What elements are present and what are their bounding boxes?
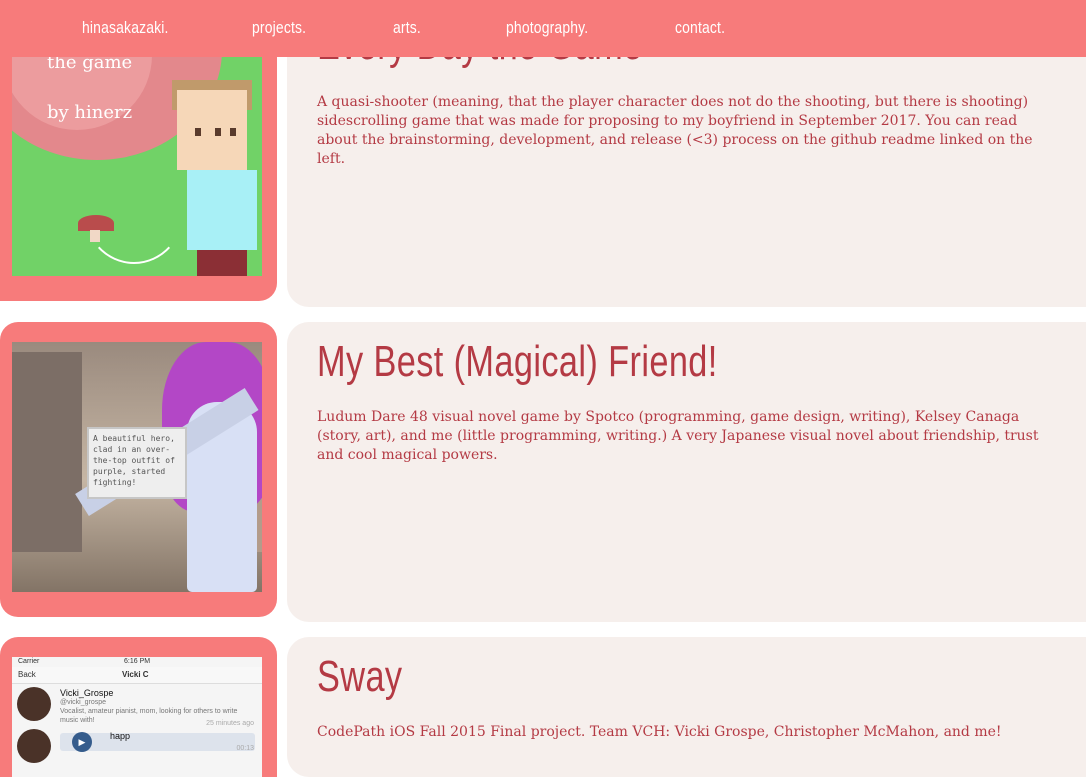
project-text-card: My Best (Magical) Friend! Ludum Dare 48 …: [287, 322, 1086, 622]
project-description: A quasi-shooter (meaning, that the playe…: [317, 94, 1033, 167]
mushroom-stem: [90, 230, 100, 242]
balloon-string: [82, 150, 186, 264]
character-head: [177, 90, 247, 170]
nav-projects-link[interactable]: projects.: [252, 18, 306, 38]
mushroom-cap: [78, 215, 114, 231]
project-thumbnail-sway[interactable]: Carrier 6:16 PM Back Vicki C Vicki_Grosp…: [12, 657, 262, 777]
character-eye: [230, 128, 236, 136]
character-eye: [215, 128, 221, 136]
project-thumb-card: A beautiful hero, clad in an over-the-to…: [0, 322, 277, 617]
project-text-card: Sway CodePath iOS Fall 2015 Final projec…: [287, 637, 1086, 777]
phone-status-bar: Carrier 6:16 PM: [18, 658, 151, 665]
character-eye: [195, 128, 201, 136]
project-thumbnail-my-best-magical-friend[interactable]: A beautiful hero, clad in an over-the-to…: [12, 342, 262, 592]
dialogue-bubble: A beautiful hero, clad in an over-the-to…: [87, 427, 187, 499]
project-description: CodePath iOS Fall 2015 Final project. Te…: [317, 724, 1002, 740]
project-title: Sway: [317, 652, 403, 701]
nav-photography-link[interactable]: photography.: [506, 18, 588, 38]
project-title: My Best (Magical) Friend!: [317, 337, 718, 386]
background-building: [12, 352, 82, 552]
character-shirt: [187, 170, 257, 250]
play-icon: ▶: [72, 732, 92, 752]
nav-brand-link[interactable]: hinasakazaki.: [82, 18, 169, 38]
project-description: Ludum Dare 48 visual novel game by Spotc…: [317, 409, 1039, 463]
avatar: [17, 729, 51, 763]
top-nav: hinasakazaki. projects. arts. photograph…: [0, 0, 1086, 57]
nav-arts-link[interactable]: arts.: [393, 18, 421, 38]
avatar: [17, 687, 51, 721]
thumb-caption: by hinerz: [47, 102, 133, 123]
character-pants: [197, 250, 247, 276]
project-thumb-card: Carrier 6:16 PM Back Vicki C Vicki_Grosp…: [0, 637, 277, 777]
back-button: Back: [18, 670, 36, 679]
nav-contact-link[interactable]: contact.: [675, 18, 725, 38]
phone-nav-bar: Back Vicki C: [12, 667, 262, 684]
